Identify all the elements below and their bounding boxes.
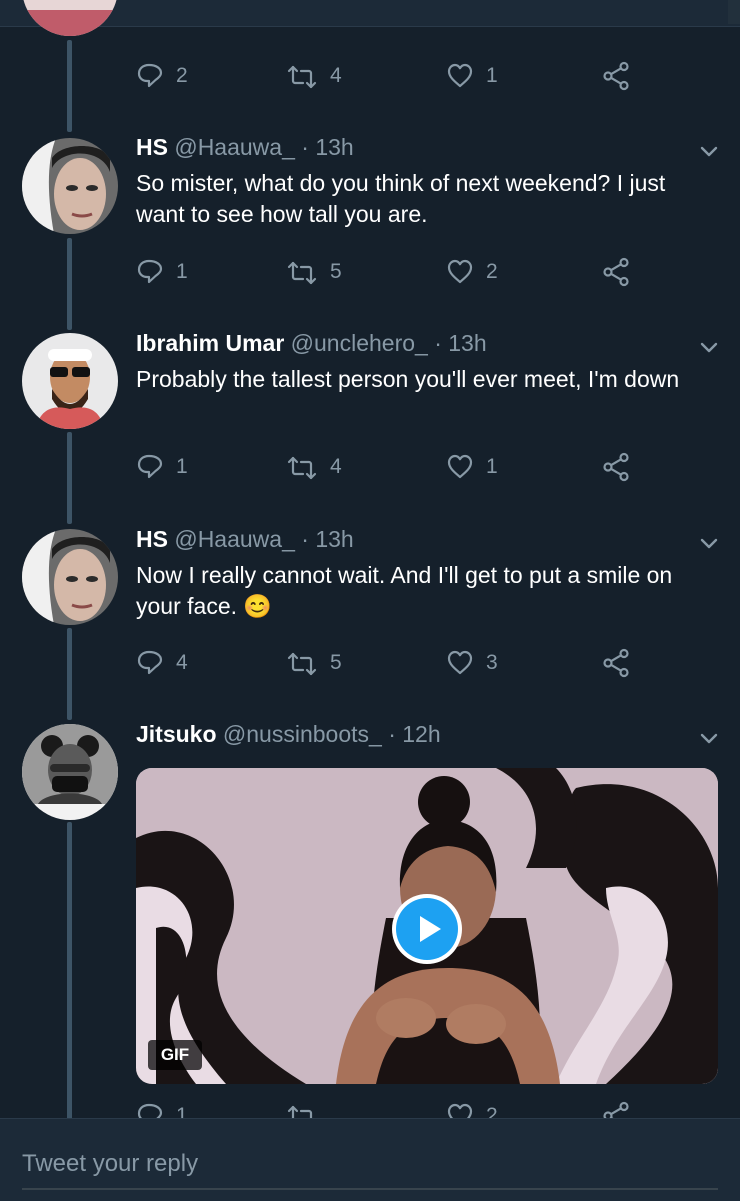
chevron-down-icon[interactable] xyxy=(700,342,718,354)
like-count: 3 xyxy=(486,651,498,674)
retweet-button[interactable]: 4 xyxy=(286,451,342,483)
like-button[interactable]: 3 xyxy=(446,647,498,679)
like-icon xyxy=(447,454,473,479)
play-icon xyxy=(396,898,458,960)
retweet-icon xyxy=(287,652,317,676)
like-count: 2 xyxy=(486,260,498,283)
author-handle[interactable]: @Haauwa_ xyxy=(174,134,295,160)
reply-icon xyxy=(137,650,163,675)
retweet-count: 5 xyxy=(330,260,342,283)
reply-icon xyxy=(137,259,163,284)
tweet-text: So mister, what do you think of next wee… xyxy=(136,170,666,227)
reply-icon xyxy=(137,454,163,479)
thread-line xyxy=(67,822,72,1122)
thread-line xyxy=(67,40,72,132)
gif-badge: GIF xyxy=(148,1040,202,1070)
like-button[interactable]: 1 xyxy=(446,451,498,483)
like-icon xyxy=(447,650,473,675)
share-icon xyxy=(603,452,629,482)
share-button[interactable] xyxy=(602,451,630,483)
avatar[interactable] xyxy=(22,529,118,625)
tweet-time: · 13h xyxy=(301,526,354,552)
tweet-header: HS @Haauwa_ · 13h xyxy=(136,132,354,162)
tweet-actions: 1 4 1 xyxy=(136,451,656,483)
like-count: 1 xyxy=(486,64,498,87)
author-handle[interactable]: @unclehero_ xyxy=(291,330,428,356)
author-name[interactable]: Jitsuko xyxy=(136,721,217,747)
retweet-count: 4 xyxy=(330,64,342,87)
reply-count: 2 xyxy=(176,64,188,87)
chevron-down-icon[interactable] xyxy=(700,733,718,745)
tweet-header: Jitsuko @nussinboots_ · 12h xyxy=(136,719,441,749)
retweet-icon xyxy=(287,456,317,480)
share-button[interactable] xyxy=(602,647,630,679)
share-button[interactable] xyxy=(602,60,630,92)
avatar[interactable] xyxy=(22,724,118,820)
author-handle[interactable]: @Haauwa_ xyxy=(174,526,295,552)
retweet-count: 4 xyxy=(330,455,342,478)
reply-count: 1 xyxy=(176,260,188,283)
avatar[interactable] xyxy=(22,138,118,234)
tweet-actions: 1 5 2 xyxy=(136,256,656,288)
thread-line xyxy=(67,432,72,524)
avatar[interactable] xyxy=(22,0,118,36)
retweet-icon xyxy=(287,261,317,285)
tweet-header: Ibrahim Umar @unclehero_ · 13h xyxy=(136,328,487,358)
like-icon xyxy=(447,63,473,88)
tweet-actions: 4 5 3 xyxy=(136,647,656,679)
share-button[interactable] xyxy=(602,256,630,288)
tweet-time: · 13h xyxy=(301,134,354,160)
reply-icon xyxy=(137,63,163,88)
author-name[interactable]: Ibrahim Umar xyxy=(136,330,284,356)
reply-input[interactable] xyxy=(22,1144,718,1184)
reply-button[interactable]: 2 xyxy=(136,60,188,92)
reply-count: 1 xyxy=(176,455,188,478)
play-button[interactable] xyxy=(392,894,462,964)
retweet-icon xyxy=(287,65,317,89)
tweet-actions: 2 4 1 xyxy=(136,60,656,92)
share-icon xyxy=(603,648,629,678)
chevron-down-icon[interactable] xyxy=(700,146,718,158)
tweet-text: Now I really cannot wait. And I'll get t… xyxy=(136,562,673,619)
retweet-button[interactable]: 4 xyxy=(286,60,342,92)
like-count: 1 xyxy=(486,455,498,478)
author-name[interactable]: HS xyxy=(136,526,168,552)
tweet-time: · 12h xyxy=(388,721,441,747)
reply-count: 4 xyxy=(176,651,188,674)
tweet-time: · 13h xyxy=(434,330,487,356)
retweet-count: 5 xyxy=(330,651,342,674)
tweet-header: HS @Haauwa_ · 13h xyxy=(136,524,354,554)
avatar[interactable] xyxy=(22,333,118,429)
tweet-text: Probably the tallest person you'll ever … xyxy=(136,366,680,392)
reply-button[interactable]: 4 xyxy=(136,647,188,679)
share-icon xyxy=(603,257,629,287)
share-icon xyxy=(603,61,629,91)
author-handle[interactable]: @nussinboots_ xyxy=(223,721,382,747)
like-button[interactable]: 1 xyxy=(446,60,498,92)
chevron-down-icon[interactable] xyxy=(700,538,718,550)
retweet-button[interactable]: 5 xyxy=(286,647,342,679)
reply-input-underline xyxy=(22,1188,718,1190)
reply-button[interactable]: 1 xyxy=(136,451,188,483)
thread-line xyxy=(67,628,72,720)
thread-line xyxy=(67,238,72,330)
retweet-button[interactable]: 5 xyxy=(286,256,342,288)
like-button[interactable]: 2 xyxy=(446,256,498,288)
reply-button[interactable]: 1 xyxy=(136,256,188,288)
author-name[interactable]: HS xyxy=(136,134,168,160)
like-icon xyxy=(447,259,473,284)
